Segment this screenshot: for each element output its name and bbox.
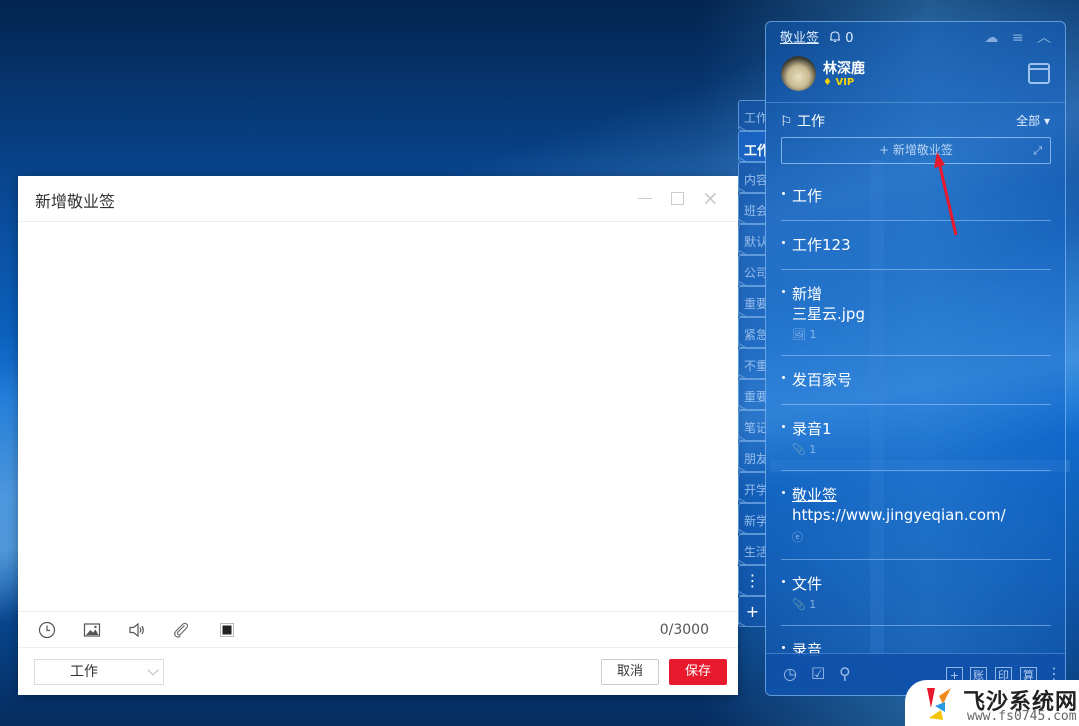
maximize-button[interactable] (669, 190, 685, 206)
image-icon: 🖼 (792, 328, 806, 341)
tab-category[interactable]: 生活 (738, 534, 766, 565)
note-text: 录音1 (792, 420, 832, 438)
tab-category[interactable]: 新学 (738, 503, 766, 534)
vip-label: VIP (835, 77, 855, 88)
note-item[interactable]: 工作123 (781, 221, 1051, 270)
paperclip-icon: 📎 (792, 443, 806, 456)
tab-category[interactable]: 内容 (738, 162, 766, 193)
category-select[interactable]: 工作 (34, 659, 164, 685)
attachment-count: 1 (809, 598, 817, 611)
paperclip-icon[interactable] (172, 621, 190, 639)
chevron-down-icon (147, 664, 159, 676)
note-text: 工作 (792, 187, 823, 205)
char-counter: 0/3000 (659, 622, 709, 638)
expand-icon[interactable]: ⤢ (1033, 138, 1042, 163)
category-label: 工作 (797, 114, 826, 130)
collapse-icon[interactable]: ︿ (1037, 30, 1051, 46)
note-item[interactable]: 敬业签 https://www.jingyeqian.com/ ⓔ (781, 471, 1051, 560)
category-select-value: 工作 (70, 664, 98, 680)
note-item[interactable]: 录音1 📎 1 (781, 405, 1051, 471)
note-text: 文件 (792, 575, 823, 593)
paperclip-icon: 📎 (792, 598, 806, 611)
tab-category[interactable]: 重要 (738, 286, 766, 317)
note-item[interactable]: 发百家号 (781, 356, 1051, 405)
note-item[interactable]: 工作 (781, 172, 1051, 221)
dialog-title: 新增敬业签 (35, 192, 116, 211)
note-link[interactable]: https://www.jingyeqian.com/ (792, 505, 1051, 525)
note-text: 发百家号 (792, 371, 853, 389)
stop-icon[interactable] (218, 621, 236, 639)
add-category-button[interactable]: + (738, 596, 766, 627)
close-button[interactable]: × (702, 188, 719, 208)
save-button[interactable]: 保存 (669, 659, 727, 685)
tab-category[interactable]: 工作 (738, 100, 766, 131)
brand-link[interactable]: 敬业签 (780, 31, 819, 46)
cloud-sync-icon[interactable]: ☁ (984, 30, 998, 46)
more-tabs-button[interactable]: ⋮ (738, 565, 766, 596)
divider (766, 102, 1065, 103)
note-meta: 📎 1 (792, 598, 1051, 611)
dialog-header: 新增敬业签 × (18, 176, 738, 222)
tab-category-active[interactable]: 工作 (738, 131, 766, 162)
current-category: ⚐ 工作 (780, 111, 825, 131)
checkbox-icon[interactable]: ☑ (811, 664, 825, 683)
watermark: 飞沙系统网 www.fs0745.com (905, 680, 1079, 726)
add-note-button[interactable]: + 新增敬业签 ⤢ (781, 137, 1051, 164)
panel-topbar: 敬业签 0 (780, 27, 854, 46)
tab-category[interactable]: 开学 (738, 472, 766, 503)
notification-count: 0 (845, 31, 854, 46)
speaker-icon[interactable] (128, 621, 146, 639)
note-text: 敬业签 (792, 486, 838, 504)
tab-category[interactable]: 班会 (738, 193, 766, 224)
calendar-icon[interactable] (1028, 63, 1050, 84)
diamond-icon: ♦ (823, 77, 836, 88)
menu-icon[interactable]: ≡ (1012, 30, 1024, 46)
tab-category[interactable]: 默认 (738, 224, 766, 255)
watermark-logo (927, 688, 951, 720)
note-item[interactable]: 文件 📎 1 (781, 560, 1051, 626)
cancel-button[interactable]: 取消 (601, 659, 659, 685)
tab-category[interactable]: 笔记 (738, 410, 766, 441)
tab-category[interactable]: 朋友 (738, 441, 766, 472)
new-note-dialog: 新增敬业签 × 0/3000 工作 取消 保存 (18, 176, 738, 695)
bell-icon[interactable] (829, 30, 841, 46)
tab-category[interactable]: 紧急 (738, 317, 766, 348)
avatar[interactable] (781, 56, 816, 91)
editor-toolbar: 0/3000 (18, 611, 738, 648)
category-tabs: 工作 工作 内容 班会 默认 公司 重要 紧急 不重 重要 笔记 朋友 开学 新… (738, 100, 766, 627)
tab-category[interactable]: 不重 (738, 348, 766, 379)
attachment-count: 1 (809, 328, 817, 341)
note-editor[interactable] (18, 222, 738, 611)
note-item[interactable]: 新增 三星云.jpg 🖼 1 (781, 270, 1051, 356)
panel-window-controls: ☁ ≡ ︿ (975, 27, 1051, 47)
clock-icon[interactable]: ◷ (783, 664, 797, 683)
bookmark-icon: ⚐ (780, 114, 793, 130)
search-icon[interactable]: ⚲ (839, 664, 851, 683)
note-meta: 🖼 1 (792, 328, 1051, 341)
watermark-url: www.fs0745.com (967, 709, 1077, 724)
user-name: 林深鹿 (823, 61, 865, 77)
vip-badge: ♦ VIP (823, 77, 854, 88)
note-text: 新增 (792, 285, 823, 303)
tab-category[interactable]: 公司 (738, 255, 766, 286)
note-meta: 📎 1 (792, 443, 1051, 456)
browser-icon: ⓔ (792, 531, 803, 544)
notes-list: 工作 工作123 新增 三星云.jpg 🖼 1 发百家号 录音1 📎 1 敬业签… (781, 172, 1051, 674)
annotation-arrow (934, 152, 958, 236)
note-text: 工作123 (792, 236, 851, 254)
note-text: 三星云.jpg (792, 305, 865, 323)
sticky-notes-panel: 敬业签 0 ☁ ≡ ︿ 林深鹿 ♦ VIP ⚐ 工作 全部 ▾ + 新增敬业签 … (765, 21, 1066, 696)
tab-category[interactable]: 重要 (738, 379, 766, 410)
image-icon[interactable] (83, 621, 101, 639)
filter-dropdown[interactable]: 全部 ▾ (1016, 112, 1050, 129)
attachment-count: 1 (809, 443, 817, 456)
dialog-footer: 工作 取消 保存 (18, 648, 738, 695)
clock-icon[interactable] (38, 621, 56, 639)
note-meta: ⓔ (792, 529, 1051, 545)
minimize-button[interactable] (637, 190, 653, 206)
